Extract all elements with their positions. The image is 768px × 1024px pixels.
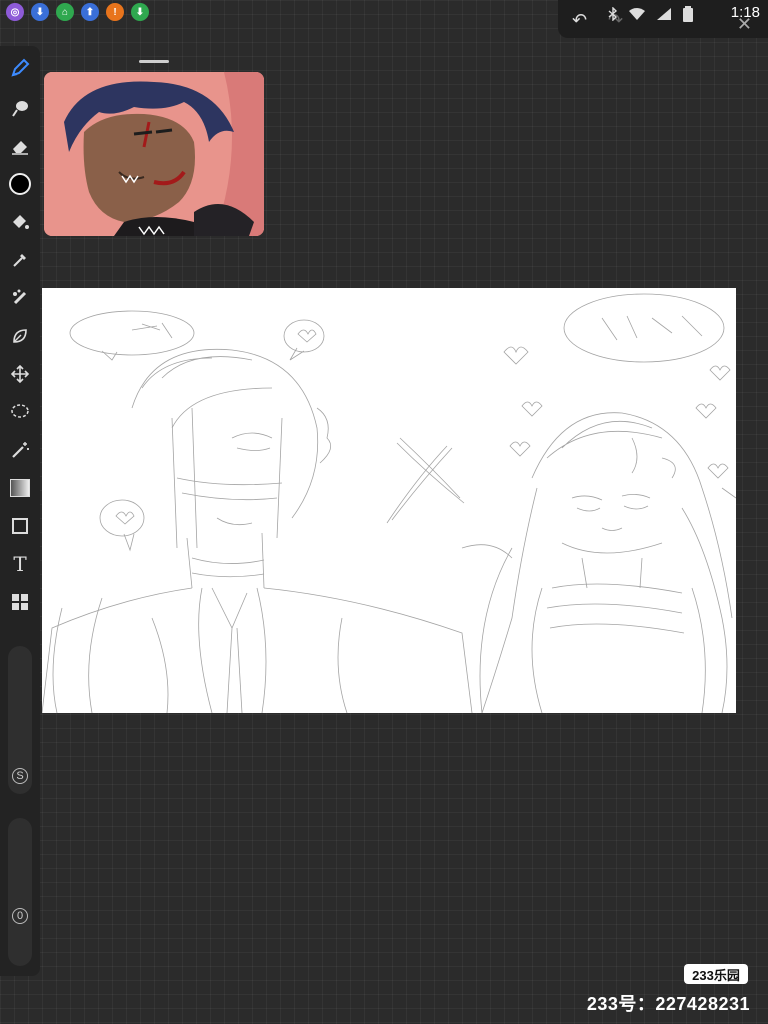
- system-icons: [608, 6, 694, 22]
- liquify-icon[interactable]: [8, 324, 32, 348]
- transform-icon[interactable]: [8, 362, 32, 386]
- bluetooth-icon: [608, 7, 618, 21]
- upload-notification-icon: ⬆: [81, 3, 99, 21]
- signal-icon: [657, 8, 671, 20]
- color-swatch-icon[interactable]: [8, 172, 32, 196]
- download-notification-icon-2: ⬇: [131, 3, 149, 21]
- watermark-logo: 233乐园: [684, 964, 748, 984]
- close-icon[interactable]: ✕: [737, 14, 752, 35]
- gradient-icon[interactable]: [8, 476, 32, 500]
- smudge-tool-icon[interactable]: [8, 96, 32, 120]
- brush-tool-icon[interactable]: [8, 56, 32, 80]
- text-tool-icon[interactable]: T: [8, 552, 32, 576]
- notification-icons: ◎ ⬇ ⌂ ⬆! ⬇: [6, 3, 149, 21]
- app-notification-icon-2: ⌂: [56, 3, 74, 21]
- brush-size-slider[interactable]: S: [8, 646, 32, 794]
- drawing-canvas[interactable]: [42, 288, 736, 713]
- fill-bucket-icon[interactable]: [8, 210, 32, 234]
- layers-icon[interactable]: [8, 590, 32, 614]
- sketch-artwork: [42, 293, 736, 713]
- lasso-select-icon[interactable]: [8, 400, 32, 424]
- alert-notification-icon: !: [106, 3, 124, 21]
- opacity-slider[interactable]: 0: [8, 818, 32, 966]
- watermark-text: 233号：227428231: [586, 994, 750, 1014]
- eyedropper-icon[interactable]: [8, 248, 32, 272]
- download-notification-icon-1: ⬇: [31, 3, 49, 21]
- battery-icon: [683, 6, 693, 22]
- blend-brush-icon[interactable]: [8, 286, 32, 310]
- eraser-tool-icon[interactable]: [8, 134, 32, 158]
- reference-image: [44, 72, 264, 236]
- reference-window-handle[interactable]: [139, 60, 169, 63]
- reference-image-window[interactable]: [44, 72, 264, 236]
- tool-sidebar: T S 0: [0, 46, 40, 976]
- app-notification-icon-1: ◎: [6, 3, 24, 21]
- opacity-knob[interactable]: 0: [12, 908, 28, 924]
- brush-size-knob[interactable]: S: [12, 768, 28, 784]
- rectangle-icon[interactable]: [8, 514, 32, 538]
- undo-icon[interactable]: ↶: [572, 10, 587, 31]
- magic-wand-icon[interactable]: [8, 438, 32, 462]
- wifi-icon: [629, 8, 645, 20]
